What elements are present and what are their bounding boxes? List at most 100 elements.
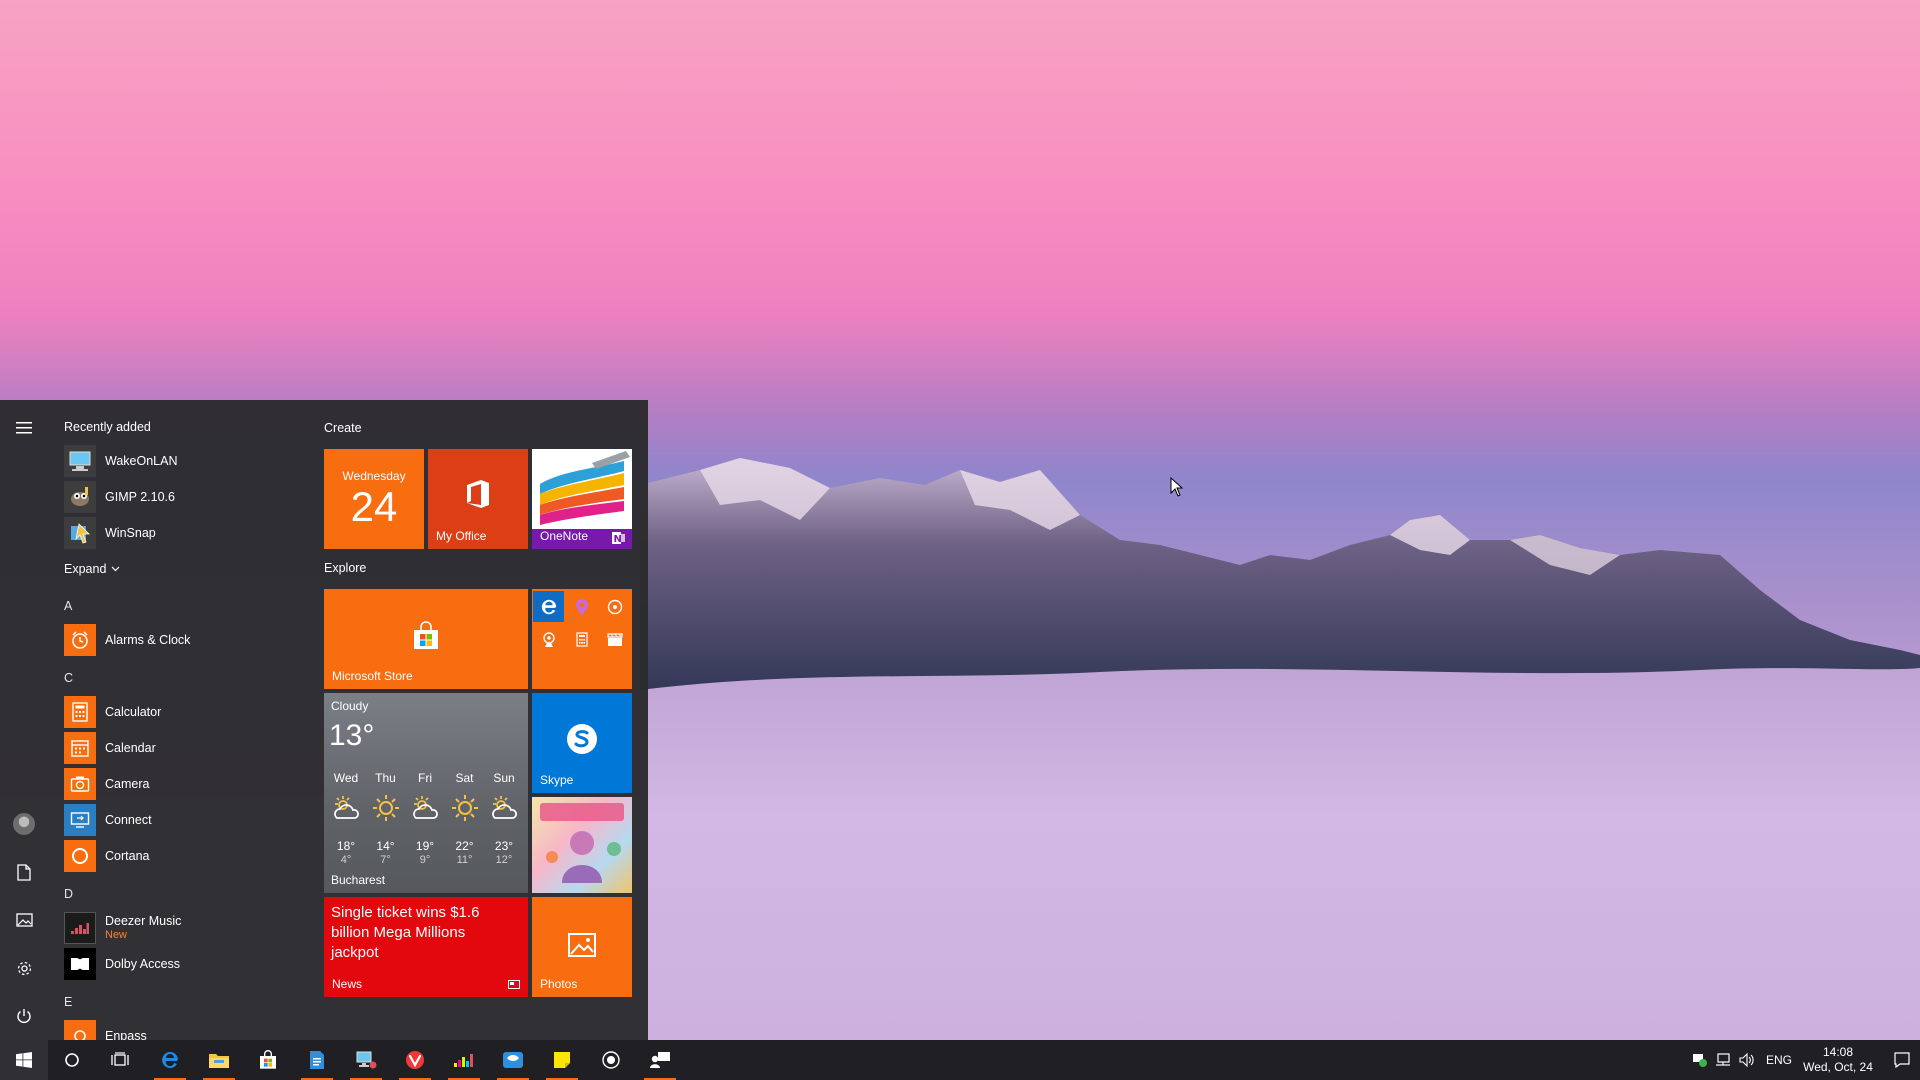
edge-icon xyxy=(541,599,556,614)
new-badge: New xyxy=(105,929,128,941)
taskbar-people-app-button[interactable] xyxy=(636,1040,684,1080)
taskbar-deezer-button[interactable] xyxy=(440,1040,488,1080)
input-language-button[interactable]: ENG xyxy=(1764,1040,1794,1080)
pictures-button[interactable] xyxy=(0,898,48,942)
app-item-camera[interactable]: Camera xyxy=(64,767,304,801)
action-center-button[interactable] xyxy=(1884,1040,1920,1080)
webcam-icon xyxy=(542,631,555,647)
camera-icon xyxy=(64,768,96,800)
deezer-label: Deezer Music xyxy=(105,914,182,928)
expand-button[interactable]: Expand xyxy=(64,562,120,576)
system-tray: ENG 14:08 Wed, Oct, 24 xyxy=(1680,1040,1920,1080)
hamburger-menu-button[interactable] xyxy=(0,406,48,450)
app-item-calendar[interactable]: Calendar xyxy=(64,731,304,765)
taskbar-chat-app-button[interactable] xyxy=(489,1040,537,1080)
taskbar-vivaldi-button[interactable] xyxy=(391,1040,439,1080)
hamburger-icon xyxy=(16,422,32,434)
app-item-connect[interactable]: Connect xyxy=(64,803,304,837)
user-account-button[interactable] xyxy=(0,802,48,846)
maps-small-tile[interactable] xyxy=(566,591,597,622)
app-item-wakeonlan[interactable]: WakeOnLAN xyxy=(64,444,304,478)
settings-button[interactable] xyxy=(0,946,48,990)
partly-cloudy-icon xyxy=(410,793,448,823)
task-view-button[interactable] xyxy=(96,1040,144,1080)
power-button[interactable] xyxy=(0,994,48,1038)
forecast-low: 12° xyxy=(495,854,513,866)
taskbar-document-app-button[interactable] xyxy=(293,1040,341,1080)
movies-small-tile[interactable] xyxy=(599,624,630,655)
maps-pin-icon xyxy=(575,598,588,615)
explore-group-title[interactable]: Explore xyxy=(324,561,366,575)
taskbar-edge-button[interactable] xyxy=(146,1040,194,1080)
cortana-search-button[interactable] xyxy=(48,1040,96,1080)
partly-cloudy-icon xyxy=(489,793,527,823)
album-art-buddha-icon xyxy=(540,803,624,883)
tray-app-icon[interactable] xyxy=(1690,1040,1710,1080)
microsoft-store-tile[interactable]: Microsoft Store xyxy=(324,589,528,689)
calculator-icon xyxy=(64,696,96,728)
letter-header-a[interactable]: A xyxy=(64,599,72,613)
computer-network-icon xyxy=(356,1051,377,1069)
edge-small-tile[interactable] xyxy=(533,591,564,622)
connect-icon xyxy=(64,804,96,836)
deezer-album-tile[interactable] xyxy=(532,797,632,893)
forecast-high: 14° xyxy=(376,839,395,853)
news-icon xyxy=(508,980,520,989)
webcam-small-tile[interactable] xyxy=(533,624,564,655)
app-item-alarms-clock[interactable]: Alarms & Clock xyxy=(64,623,304,657)
calculator-icon xyxy=(575,632,588,647)
tray-green-status-icon xyxy=(1693,1054,1707,1067)
skype-tile[interactable]: Skype xyxy=(532,693,632,793)
weather-tile[interactable]: Cloudy 13° Wed 18° 4° Thu 14° 7° Fri 19° 9° Sat 22… xyxy=(324,693,528,893)
documents-button[interactable] xyxy=(0,850,48,894)
taskbar-sticky-notes-button[interactable] xyxy=(538,1040,586,1080)
people-app-icon xyxy=(650,1052,670,1068)
app-item-calculator[interactable]: Calculator xyxy=(64,695,304,729)
taskbar-pc-app-button[interactable] xyxy=(342,1040,390,1080)
forecast-high: 22° xyxy=(455,839,474,853)
onenote-tile[interactable]: OneNote N xyxy=(532,449,632,549)
app-item-enpass[interactable]: Enpass xyxy=(64,1019,304,1040)
calculator-small-tile[interactable] xyxy=(566,624,597,655)
groove-small-tile[interactable] xyxy=(599,591,630,622)
news-tile[interactable]: Single ticket wins $1.6 billion Mega Mil… xyxy=(324,897,528,997)
small-tiles-folder[interactable] xyxy=(532,589,632,689)
round-app-icon xyxy=(602,1051,620,1069)
app-item-winsnap[interactable]: WinSnap xyxy=(64,516,304,550)
store-bag-icon xyxy=(260,1050,276,1069)
start-rail xyxy=(0,400,48,1040)
app-item-gimp[interactable]: GIMP 2.10.6 xyxy=(64,480,304,514)
taskbar-file-explorer-button[interactable] xyxy=(195,1040,243,1080)
notification-icon xyxy=(1894,1052,1910,1068)
forecast-day: Fri xyxy=(418,771,432,785)
taskbar-store-button[interactable] xyxy=(244,1040,292,1080)
sunny-icon xyxy=(371,793,409,823)
app-item-deezer-music[interactable]: Deezer Music New xyxy=(64,911,304,945)
gimp-icon xyxy=(64,481,96,513)
avatar xyxy=(13,813,35,835)
forecast-low: 9° xyxy=(419,854,431,866)
calendar-tile[interactable]: Wednesday 24 xyxy=(324,449,424,549)
weather-condition: Cloudy xyxy=(331,699,369,713)
start-button[interactable] xyxy=(0,1040,48,1080)
clock-button[interactable]: 14:08 Wed, Oct, 24 xyxy=(1796,1040,1880,1080)
letter-header-c[interactable]: C xyxy=(64,671,73,685)
letter-header-d[interactable]: D xyxy=(64,887,73,901)
app-item-dolby-access[interactable]: Dolby Access xyxy=(64,947,304,981)
my-office-tile[interactable]: My Office xyxy=(428,449,528,549)
app-item-cortana[interactable]: Cortana xyxy=(64,839,304,873)
taskbar: ENG 14:08 Wed, Oct, 24 xyxy=(0,1040,1920,1080)
tray-volume-button[interactable] xyxy=(1736,1040,1758,1080)
tray-network-button[interactable] xyxy=(1712,1040,1734,1080)
windows-logo-icon xyxy=(16,1052,32,1068)
groove-music-icon xyxy=(607,599,622,614)
cortana-circle-icon xyxy=(65,1053,79,1067)
create-group-title[interactable]: Create xyxy=(324,421,362,435)
photos-tile[interactable]: Photos xyxy=(532,897,632,997)
taskbar-circle-app-button[interactable] xyxy=(587,1040,635,1080)
chevron-down-icon xyxy=(111,566,120,572)
recently-added-title: Recently added xyxy=(64,420,151,434)
letter-header-e[interactable]: E xyxy=(64,995,72,1009)
dolby-icon xyxy=(64,948,96,980)
speaker-icon xyxy=(1739,1053,1754,1067)
